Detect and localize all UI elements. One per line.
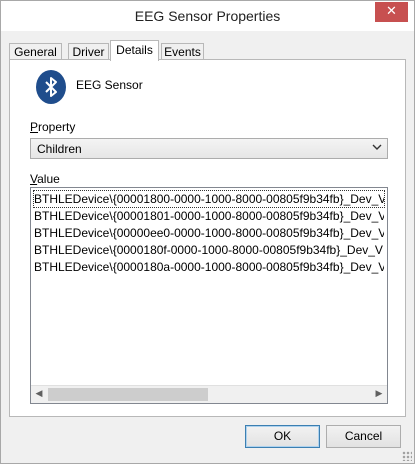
tab-events[interactable]: Events: [161, 43, 204, 60]
property-label: Property: [30, 120, 76, 134]
device-name: EEG Sensor: [76, 78, 143, 92]
list-item[interactable]: BTHLEDevice\{00000ee0-0000-1000-8000-008…: [34, 225, 384, 241]
scroll-left-icon[interactable]: ◀: [32, 388, 46, 401]
scroll-right-icon[interactable]: ▶: [372, 388, 386, 401]
tab-details[interactable]: Details: [110, 40, 159, 61]
ok-button[interactable]: OK: [245, 425, 320, 448]
tab-general[interactable]: General: [9, 43, 62, 60]
properties-window: EEG Sensor Properties ✕ General Driver D…: [0, 0, 415, 464]
details-panel: EEG Sensor Property Children Value BTHLE…: [9, 59, 406, 417]
list-item[interactable]: BTHLEDevice\{0000180a-0000-1000-8000-008…: [34, 259, 384, 275]
value-listbox[interactable]: BTHLEDevice\{00001800-0000-1000-8000-008…: [30, 187, 388, 404]
list-item[interactable]: BTHLEDevice\{0000180f-0000-1000-8000-008…: [34, 242, 384, 258]
list-item[interactable]: BTHLEDevice\{00001801-0000-1000-8000-008…: [34, 208, 384, 224]
window-title: EEG Sensor Properties: [134, 8, 281, 24]
resize-grip-icon[interactable]: [402, 451, 412, 461]
value-label: Value: [30, 172, 60, 186]
scrollbar-thumb[interactable]: [48, 388, 208, 401]
title-bar[interactable]: EEG Sensor Properties ✕: [1, 1, 414, 31]
bluetooth-icon: [36, 70, 66, 104]
chevron-down-icon: [372, 141, 382, 156]
list-item[interactable]: BTHLEDevice\{00001800-0000-1000-8000-008…: [33, 190, 385, 208]
property-dropdown[interactable]: Children: [30, 138, 388, 159]
cancel-button[interactable]: Cancel: [326, 425, 401, 448]
property-selected-value: Children: [37, 142, 82, 156]
horizontal-scrollbar[interactable]: ◀ ▶: [31, 385, 387, 403]
tab-driver[interactable]: Driver: [68, 43, 109, 60]
close-button[interactable]: ✕: [375, 2, 408, 22]
